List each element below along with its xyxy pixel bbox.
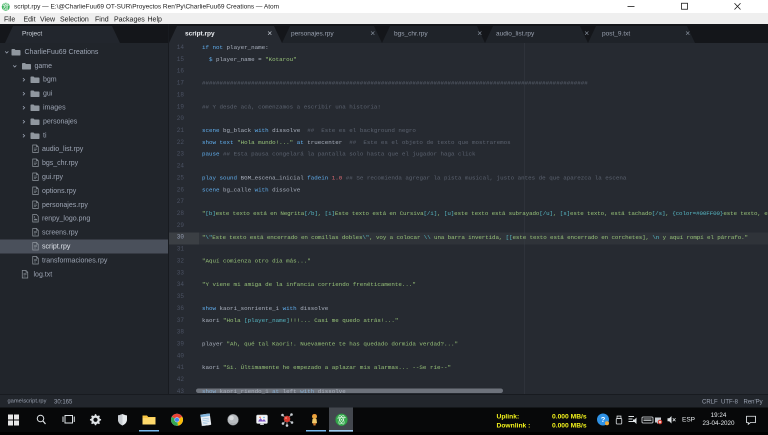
svg-text:?: ? (601, 415, 606, 424)
